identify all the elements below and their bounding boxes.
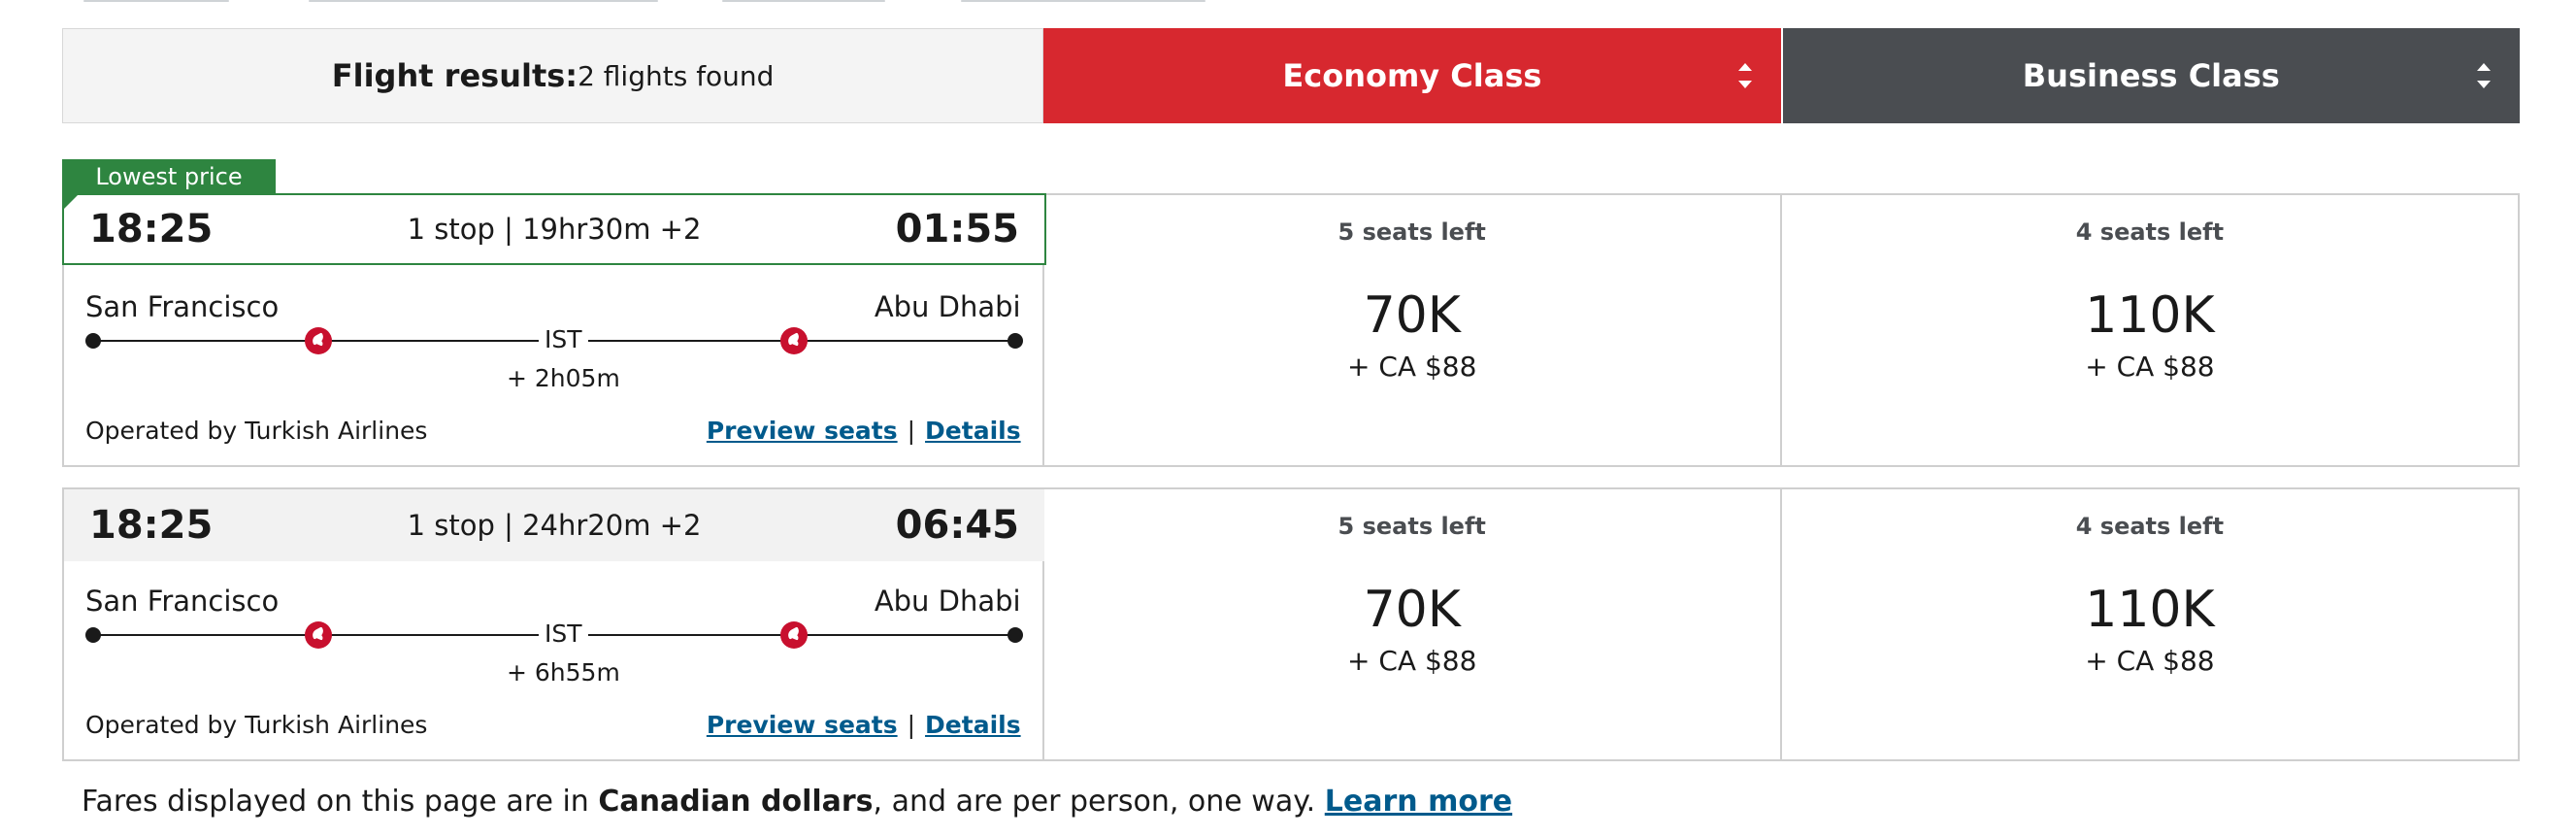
flight-info: 18:25 1 stop | 24hr20m +2 06:45 San Fran… [64, 489, 1044, 759]
departure-time: 18:25 [89, 503, 214, 548]
turkish-airlines-icon [780, 621, 808, 649]
fare-miles: 110K [2085, 286, 2215, 345]
route-diagram: IST + 6h55m [85, 619, 1023, 701]
details-link[interactable]: Details [925, 711, 1021, 739]
layover-duration: + 2h05m [507, 364, 620, 392]
turkish-airlines-icon [305, 621, 332, 649]
operated-by: Operated by Turkish Airlines [85, 711, 428, 739]
economy-class-label: Economy Class [1282, 57, 1542, 94]
link-separator: | [907, 711, 916, 739]
seats-left: 5 seats left [1338, 513, 1486, 540]
arrival-time: 01:55 [895, 207, 1019, 251]
destination-city: Abu Dhabi [874, 585, 1021, 618]
badge-notch [62, 193, 80, 211]
fare-taxes: + CA $88 [2085, 645, 2215, 677]
footer-text-after: , and are per person, one way. [873, 785, 1325, 819]
origin-dot [85, 627, 101, 643]
origin-city: San Francisco [85, 585, 280, 618]
fare-taxes: + CA $88 [1347, 351, 1477, 383]
seats-left: 4 seats left [2075, 513, 2225, 540]
filter-stub [83, 0, 229, 2]
footer-text: Fares displayed on this page are in [82, 785, 599, 819]
sort-icon [1737, 63, 1752, 88]
fare-miles: 70K [1363, 581, 1461, 639]
turkish-airlines-icon [305, 327, 332, 354]
flight-row: 18:25 1 stop | 24hr20m +2 06:45 San Fran… [62, 487, 2520, 761]
fare-miles: 70K [1363, 286, 1461, 345]
origin-city: San Francisco [85, 290, 280, 323]
flight-time-bar: 18:25 1 stop | 19hr30m +2 01:55 [62, 193, 1046, 265]
flight-row: 18:25 1 stop | 19hr30m +2 01:55 San Fran… [62, 193, 2520, 467]
flight-duration: 1 stop | 24hr20m +2 [407, 509, 702, 542]
results-header: Flight results: 2 flights found Economy … [62, 28, 2521, 123]
sort-icon [2477, 63, 2492, 88]
flight-time-bar: 18:25 1 stop | 24hr20m +2 06:45 [64, 489, 1044, 561]
destination-dot [1007, 627, 1023, 643]
seats-left: 5 seats left [1338, 218, 1486, 246]
flight-info: 18:25 1 stop | 19hr30m +2 01:55 San Fran… [62, 193, 1046, 465]
filter-stub [722, 0, 885, 2]
results-label: Flight results: [331, 57, 578, 94]
filter-stub [309, 0, 658, 2]
results-summary: Flight results: 2 flights found [62, 28, 1044, 123]
route-diagram: IST + 2h05m [85, 325, 1023, 407]
economy-fare-cell[interactable]: 5 seats left 70K + CA $88 [1044, 195, 1782, 465]
preview-seats-link[interactable]: Preview seats [707, 417, 898, 445]
business-class-label: Business Class [2022, 57, 2280, 94]
link-separator: | [907, 417, 916, 445]
economy-class-sort-header[interactable]: Economy Class [1043, 28, 1781, 123]
details-link[interactable]: Details [925, 417, 1021, 445]
fare-taxes: + CA $88 [1347, 645, 1477, 677]
destination-dot [1007, 333, 1023, 349]
departure-time: 18:25 [89, 207, 214, 251]
business-class-sort-header[interactable]: Business Class [1782, 28, 2521, 123]
business-fare-cell[interactable]: 4 seats left 110K + CA $88 [1782, 195, 2518, 465]
flight-duration: 1 stop | 19hr30m +2 [407, 213, 702, 246]
lowest-price-badge: Lowest price [62, 159, 276, 194]
arrival-time: 06:45 [895, 503, 1019, 548]
results-count: 2 flights found [578, 59, 775, 92]
layover-duration: + 6h55m [507, 658, 620, 686]
filter-stub [961, 0, 1205, 2]
learn-more-link[interactable]: Learn more [1325, 785, 1512, 819]
flight-links: Preview seats | Details [707, 417, 1021, 445]
turkish-airlines-icon [780, 327, 808, 354]
seats-left: 4 seats left [2075, 218, 2225, 246]
origin-dot [85, 333, 101, 349]
fare-currency-note: Fares displayed on this page are in Cana… [82, 785, 1512, 819]
operated-by: Operated by Turkish Airlines [85, 417, 428, 445]
stop-airport-code: IST [539, 325, 588, 353]
flight-links: Preview seats | Details [707, 711, 1021, 739]
previous-filter-controls [0, 0, 2576, 6]
preview-seats-link[interactable]: Preview seats [707, 711, 898, 739]
fare-taxes: + CA $88 [2085, 351, 2215, 383]
economy-fare-cell[interactable]: 5 seats left 70K + CA $88 [1044, 489, 1782, 759]
business-fare-cell[interactable]: 4 seats left 110K + CA $88 [1782, 489, 2518, 759]
destination-city: Abu Dhabi [874, 290, 1021, 323]
fare-miles: 110K [2085, 581, 2215, 639]
footer-currency: Canadian dollars [598, 785, 874, 819]
stop-airport-code: IST [539, 619, 588, 648]
